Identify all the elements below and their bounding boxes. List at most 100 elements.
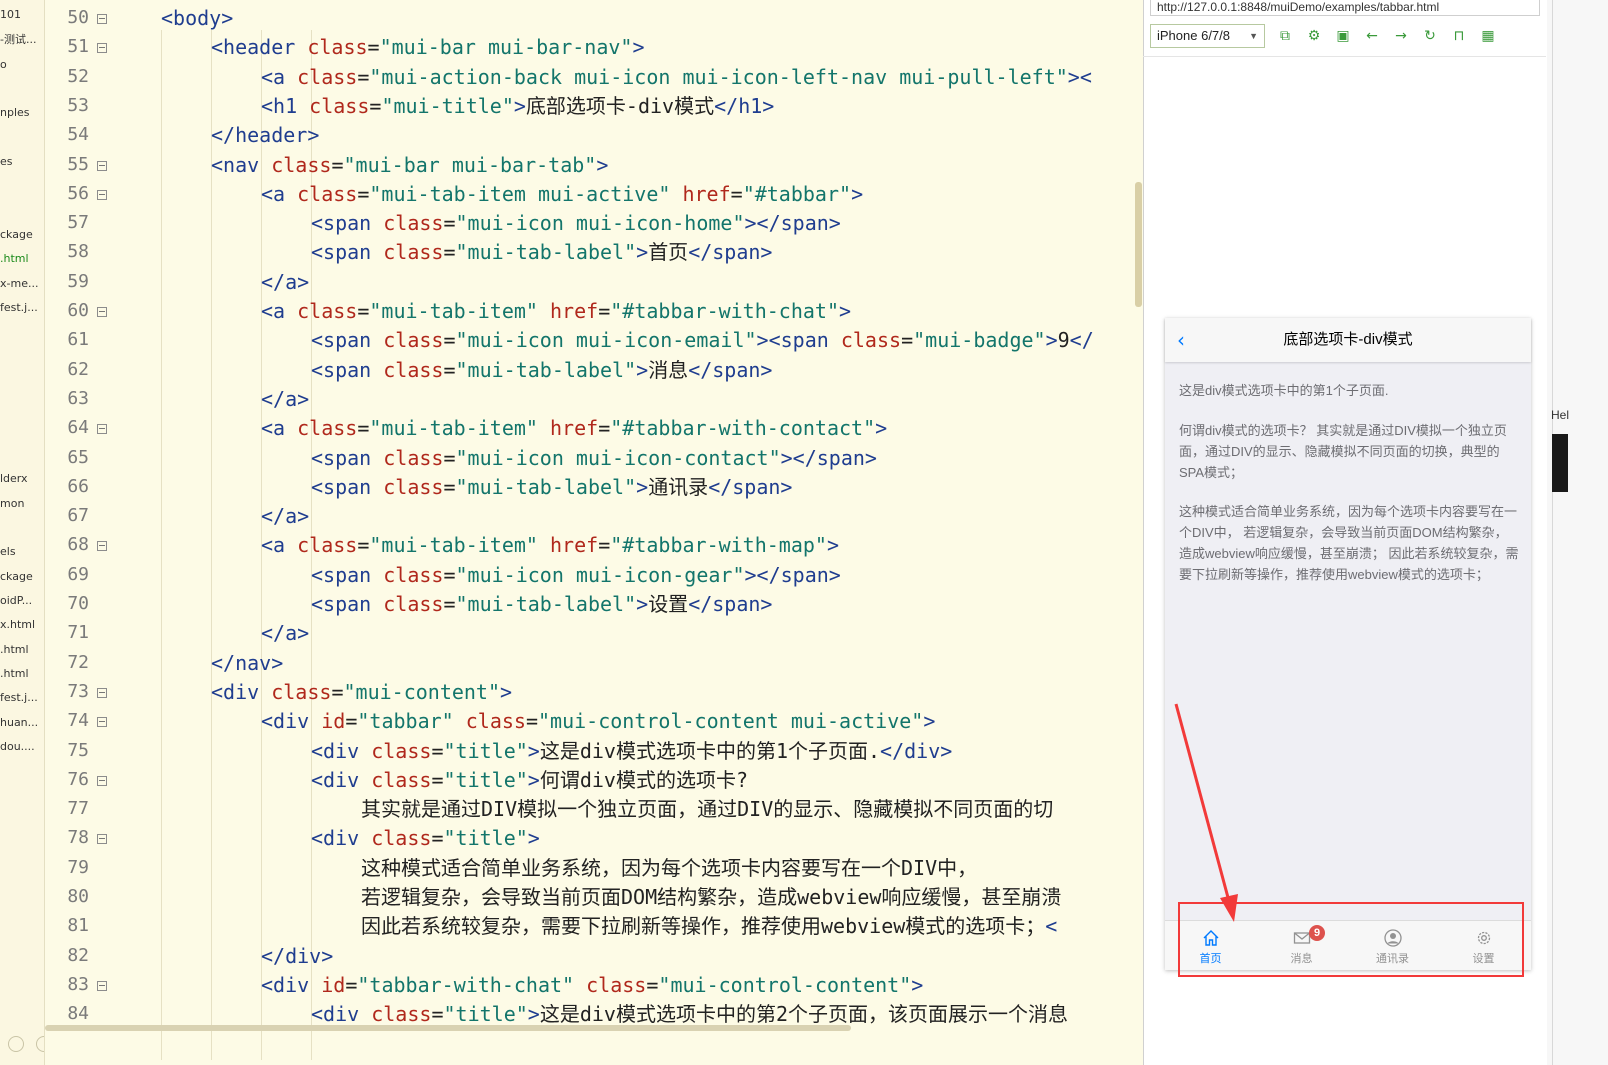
code-token: "mui-tab-item mui-active": [369, 181, 683, 206]
fold-toggle-icon[interactable]: [97, 14, 107, 24]
back-icon[interactable]: ‹: [1177, 328, 1197, 352]
code-line[interactable]: <a class="mui-tab-item" href="#tabbar-wi…: [261, 530, 839, 560]
forward-arrow-icon[interactable]: →: [1393, 28, 1409, 44]
code-line[interactable]: <span class="mui-tab-label">设置</span>: [311, 589, 772, 619]
code-line[interactable]: </nav>: [211, 648, 283, 678]
file-tree-item[interactable]: .html: [0, 667, 44, 681]
code-line[interactable]: <span class="mui-icon mui-icon-contact">…: [311, 443, 877, 473]
code-token: class: [307, 35, 368, 60]
fold-toggle-icon[interactable]: [97, 424, 107, 435]
editor-horizontal-scrollbar[interactable]: [45, 1025, 851, 1031]
line-number: 61: [67, 329, 89, 351]
line-number: 57: [67, 212, 89, 234]
code-token: </span>: [688, 357, 773, 382]
file-tree-item[interactable]: .html: [0, 252, 44, 266]
file-tree-item[interactable]: oidP...: [0, 594, 44, 608]
code-line[interactable]: <a class="mui-tab-item mui-active" href=…: [261, 179, 863, 209]
file-tree-item[interactable]: x-me...: [0, 277, 44, 291]
code-line[interactable]: </a>: [261, 267, 309, 297]
file-tree-item[interactable]: ckage: [0, 228, 44, 242]
code-line[interactable]: <nav class="mui-bar mui-bar-tab">: [211, 150, 608, 180]
code-line[interactable]: <a class="mui-action-back mui-icon mui-i…: [261, 62, 1092, 92]
fold-toggle-icon[interactable]: [97, 160, 107, 171]
file-tree-item[interactable]: ckage: [0, 570, 44, 584]
lock-icon[interactable]: ⊓: [1451, 28, 1467, 44]
code-token: "mui-tab-label": [455, 240, 637, 265]
file-tree-item[interactable]: .html: [0, 643, 44, 657]
code-line[interactable]: </a>: [261, 384, 309, 414]
fold-toggle-icon[interactable]: [97, 834, 107, 845]
fold-toggle-icon[interactable]: [97, 687, 107, 698]
file-tree-item[interactable]: fest.j...: [0, 691, 44, 705]
fold-toggle-icon[interactable]: [97, 307, 107, 317]
fold-toggle-icon[interactable]: [97, 717, 107, 728]
back-arrow-icon[interactable]: ←: [1364, 28, 1380, 44]
code-line[interactable]: </a>: [261, 618, 309, 648]
code-line[interactable]: </a>: [261, 501, 309, 531]
page-title: 底部选项卡-div模式: [1283, 331, 1413, 348]
file-tree-item[interactable]: fest.j...: [0, 301, 44, 315]
code-line[interactable]: <body>: [161, 3, 233, 33]
code-line[interactable]: <header class="mui-bar mui-bar-nav">: [211, 32, 645, 62]
screenshot-icon[interactable]: ⧉: [1277, 28, 1293, 44]
code-line[interactable]: <a class="mui-tab-item" href="#tabbar-wi…: [261, 413, 887, 443]
code-line[interactable]: <span class="mui-icon mui-icon-email"><s…: [311, 325, 1094, 355]
code-line[interactable]: <div id="tabbar" class="mui-control-cont…: [261, 706, 935, 736]
file-tree-item[interactable]: huan...: [0, 716, 44, 730]
code-token: <a: [261, 181, 298, 206]
code-line[interactable]: <h1 class="mui-title">底部选项卡-div模式</h1>: [261, 91, 774, 121]
code-line[interactable]: </div>: [261, 941, 333, 971]
code-line[interactable]: <span class="mui-tab-label">首页</span>: [311, 237, 772, 267]
code-line[interactable]: <div class="title">这是div模式选项卡中的第1个子页面.</…: [311, 736, 952, 766]
file-tree-item[interactable]: nples: [0, 106, 44, 120]
settings-icon[interactable]: [36, 1036, 44, 1052]
code-token: "mui-control-content": [658, 972, 912, 997]
code-line[interactable]: <span class="mui-icon mui-icon-gear"></s…: [311, 560, 841, 590]
refresh-icon[interactable]: ↻: [1422, 28, 1438, 44]
code-token: =: [443, 211, 456, 236]
file-tree-item[interactable]: es: [0, 155, 44, 169]
file-tree-item[interactable]: mon: [0, 497, 44, 511]
file-tree-item[interactable]: 101: [0, 8, 44, 22]
code-editor[interactable]: 50 51 52 53 54 55 56 57 58 59 60 61 62 63 64 65 66 67 68 69…: [45, 0, 1163, 1065]
code-line[interactable]: </header>: [211, 120, 319, 150]
fold-toggle-icon[interactable]: [97, 43, 107, 54]
file-tree-item[interactable]: dou....: [0, 740, 44, 754]
code-line[interactable]: <span class="mui-tab-label">通讯录</span>: [311, 472, 792, 502]
file-tree-item[interactable]: els: [0, 545, 44, 559]
code-token: 其实就是通过DIV模拟一个独立页面，通过DIV的显示、隐藏模拟不同页面的切: [361, 797, 1054, 822]
line-number: 80: [67, 886, 89, 907]
code-line[interactable]: 若逻辑复杂，会导致当前页面DOM结构繁杂，造成webview响应缓慢，甚至崩溃: [361, 882, 1061, 912]
code-token: <body>: [161, 6, 234, 30]
fold-toggle-icon[interactable]: [97, 775, 107, 786]
url-bar[interactable]: http://127.0.0.1:8848/muiDemo/examples/t…: [1150, 0, 1540, 16]
code-line[interactable]: <div id="tabbar-with-chat" class="mui-co…: [261, 970, 923, 1000]
fold-toggle-icon[interactable]: [97, 980, 107, 991]
search-icon[interactable]: [8, 1036, 24, 1052]
code-token: >: [875, 416, 888, 441]
code-token: <span: [311, 562, 384, 587]
line-number: 56: [67, 182, 89, 204]
file-tree-item[interactable]: o: [0, 58, 44, 72]
code-line[interactable]: <div class="mui-content">: [211, 677, 512, 707]
editor-vertical-scrollbar[interactable]: [1135, 182, 1142, 307]
code-line[interactable]: <span class="mui-tab-label">消息</span>: [311, 355, 772, 385]
code-token: >: [923, 709, 936, 734]
code-line[interactable]: 因此若系统较复杂，需要下拉刷新等操作，推荐使用webview模式的选项卡；<: [361, 911, 1057, 941]
console-icon[interactable]: ▣: [1335, 28, 1351, 44]
qrcode-icon[interactable]: ▦: [1480, 28, 1496, 44]
code-token: <div: [261, 972, 322, 997]
fold-toggle-icon[interactable]: [97, 541, 107, 552]
device-select[interactable]: iPhone 6/7/8 ▼: [1150, 24, 1265, 48]
code-line[interactable]: <a class="mui-tab-item" href="#tabbar-wi…: [261, 296, 851, 326]
code-line[interactable]: 其实就是通过DIV模拟一个独立页面，通过DIV的显示、隐藏模拟不同页面的切: [361, 794, 1053, 824]
fold-toggle-icon[interactable]: [97, 189, 107, 200]
code-line[interactable]: <div class="title">何谓div模式的选项卡?: [311, 765, 748, 795]
file-tree-item[interactable]: x.html: [0, 618, 44, 632]
settings-icon[interactable]: ⚙: [1306, 28, 1322, 44]
code-line[interactable]: <div class="title">: [311, 823, 540, 853]
file-tree-item[interactable]: -测试...: [0, 33, 44, 47]
code-line[interactable]: 这种模式适合简单业务系统，因为每个选项卡内容要写在一个DIV中，: [361, 853, 977, 883]
code-line[interactable]: <span class="mui-icon mui-icon-home"></s…: [311, 208, 841, 238]
file-tree-item[interactable]: lderx: [0, 472, 44, 486]
